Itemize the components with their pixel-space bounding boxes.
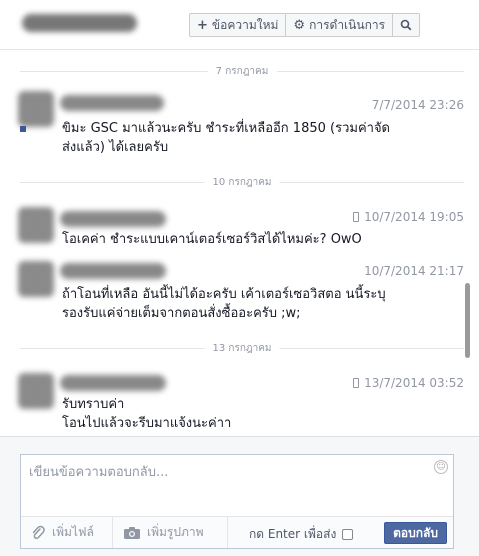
- message-timestamp: 10/7/2014 21:17: [364, 264, 464, 278]
- message-thread[interactable]: 7 กรกฎาคม 7/7/2014 23:26 ขิมะ GSC มาแล้ว…: [0, 51, 479, 436]
- message-group: 10/7/2014 21:17 ถ้าโอนที่เหลือ อันนี้ไม่…: [16, 257, 466, 332]
- paperclip-icon: [32, 525, 45, 539]
- message-text: รับทราบค่า โอนไปแล้วจะรีบมาแจ้งนะค่าา: [62, 397, 232, 431]
- message-timestamp: 13/7/2014 03:52: [353, 376, 464, 390]
- scrollbar-thumb[interactable]: [465, 283, 470, 358]
- smiley-icon[interactable]: ☺: [434, 460, 448, 474]
- message-text: ถ้าโอนที่เหลือ อันนี้ไม่ได้อะครับ เค้าเต…: [62, 287, 386, 321]
- add-file-label: เพิ่มไฟล์: [52, 525, 94, 539]
- gear-icon: ⚙: [293, 17, 306, 33]
- reply-input[interactable]: [21, 455, 453, 515]
- message-text: ขิมะ GSC มาแล้วนะครับ ชำระที่เหลืออีก 18…: [62, 121, 391, 155]
- add-photo-button[interactable]: เพิ่มรูปภาพ: [113, 517, 228, 548]
- new-message-button[interactable]: + ข้อความใหม่: [190, 14, 287, 36]
- conversation-title-redacted: [22, 14, 137, 32]
- avatar: [18, 207, 54, 243]
- enter-to-send-checkbox[interactable]: [342, 529, 354, 540]
- message-timestamp: 7/7/2014 23:26: [371, 98, 464, 112]
- plus-icon: +: [197, 17, 208, 33]
- add-photo-label: เพิ่มรูปภาพ: [147, 525, 204, 539]
- actions-label: การดำเนินการ: [309, 17, 386, 32]
- mobile-icon: [353, 212, 360, 222]
- sender-name-redacted: [60, 211, 166, 227]
- enter-to-send-toggle[interactable]: กด Enter เพื่อส่ง: [249, 525, 354, 544]
- message-group: 13/7/2014 03:52 รับทราบค่า โอนไปแล้วจะรี…: [16, 369, 466, 436]
- search-button[interactable]: [393, 14, 419, 36]
- conversation-header: + ข้อความใหม่ ⚙ การดำเนินการ: [0, 0, 479, 50]
- mobile-icon: [353, 378, 360, 388]
- add-file-button[interactable]: เพิ่มไฟล์: [21, 517, 113, 548]
- message-group: 7/7/2014 23:26 ขิมะ GSC มาแล้วนะครับ ชำร…: [16, 91, 466, 161]
- sender-name-redacted: [60, 95, 164, 111]
- date-separator: 13 กรกฎาคม: [20, 341, 464, 356]
- reply-button[interactable]: ตอบกลับ: [384, 522, 447, 544]
- sent-indicator: [20, 126, 26, 132]
- avatar: [18, 261, 54, 297]
- avatar: [18, 373, 54, 409]
- reply-composer-area: ☺ เพิ่มไฟล์ เพิ่มรูปภาพ กด Enter เพื่อส่…: [0, 436, 479, 556]
- search-icon: [400, 19, 412, 31]
- header-actions: + ข้อความใหม่ ⚙ การดำเนินการ: [189, 13, 421, 37]
- new-message-label: ข้อความใหม่: [211, 17, 279, 32]
- composer-toolbar: เพิ่มไฟล์ เพิ่มรูปภาพ กด Enter เพื่อส่ง …: [21, 516, 453, 548]
- sender-name-redacted: [60, 375, 166, 391]
- actions-button[interactable]: ⚙ การดำเนินการ: [286, 14, 394, 36]
- reply-composer: ☺ เพิ่มไฟล์ เพิ่มรูปภาพ กด Enter เพื่อส่…: [20, 454, 454, 549]
- date-separator: 10 กรกฎาคม: [20, 175, 464, 190]
- avatar: [18, 91, 54, 127]
- message-group: 10/7/2014 19:05 โอเคค่า ชำระแบบเคาน์เตอร…: [16, 203, 466, 248]
- enter-to-send-label: กด Enter เพื่อส่ง: [249, 527, 337, 541]
- message-text: โอเคค่า ชำระแบบเคาน์เตอร์เซอร์วิสได้ไหมค…: [62, 232, 362, 247]
- date-separator: 7 กรกฎาคม: [20, 64, 464, 79]
- message-timestamp: 10/7/2014 19:05: [353, 210, 464, 224]
- sender-name-redacted: [60, 263, 166, 279]
- camera-icon: [124, 526, 140, 539]
